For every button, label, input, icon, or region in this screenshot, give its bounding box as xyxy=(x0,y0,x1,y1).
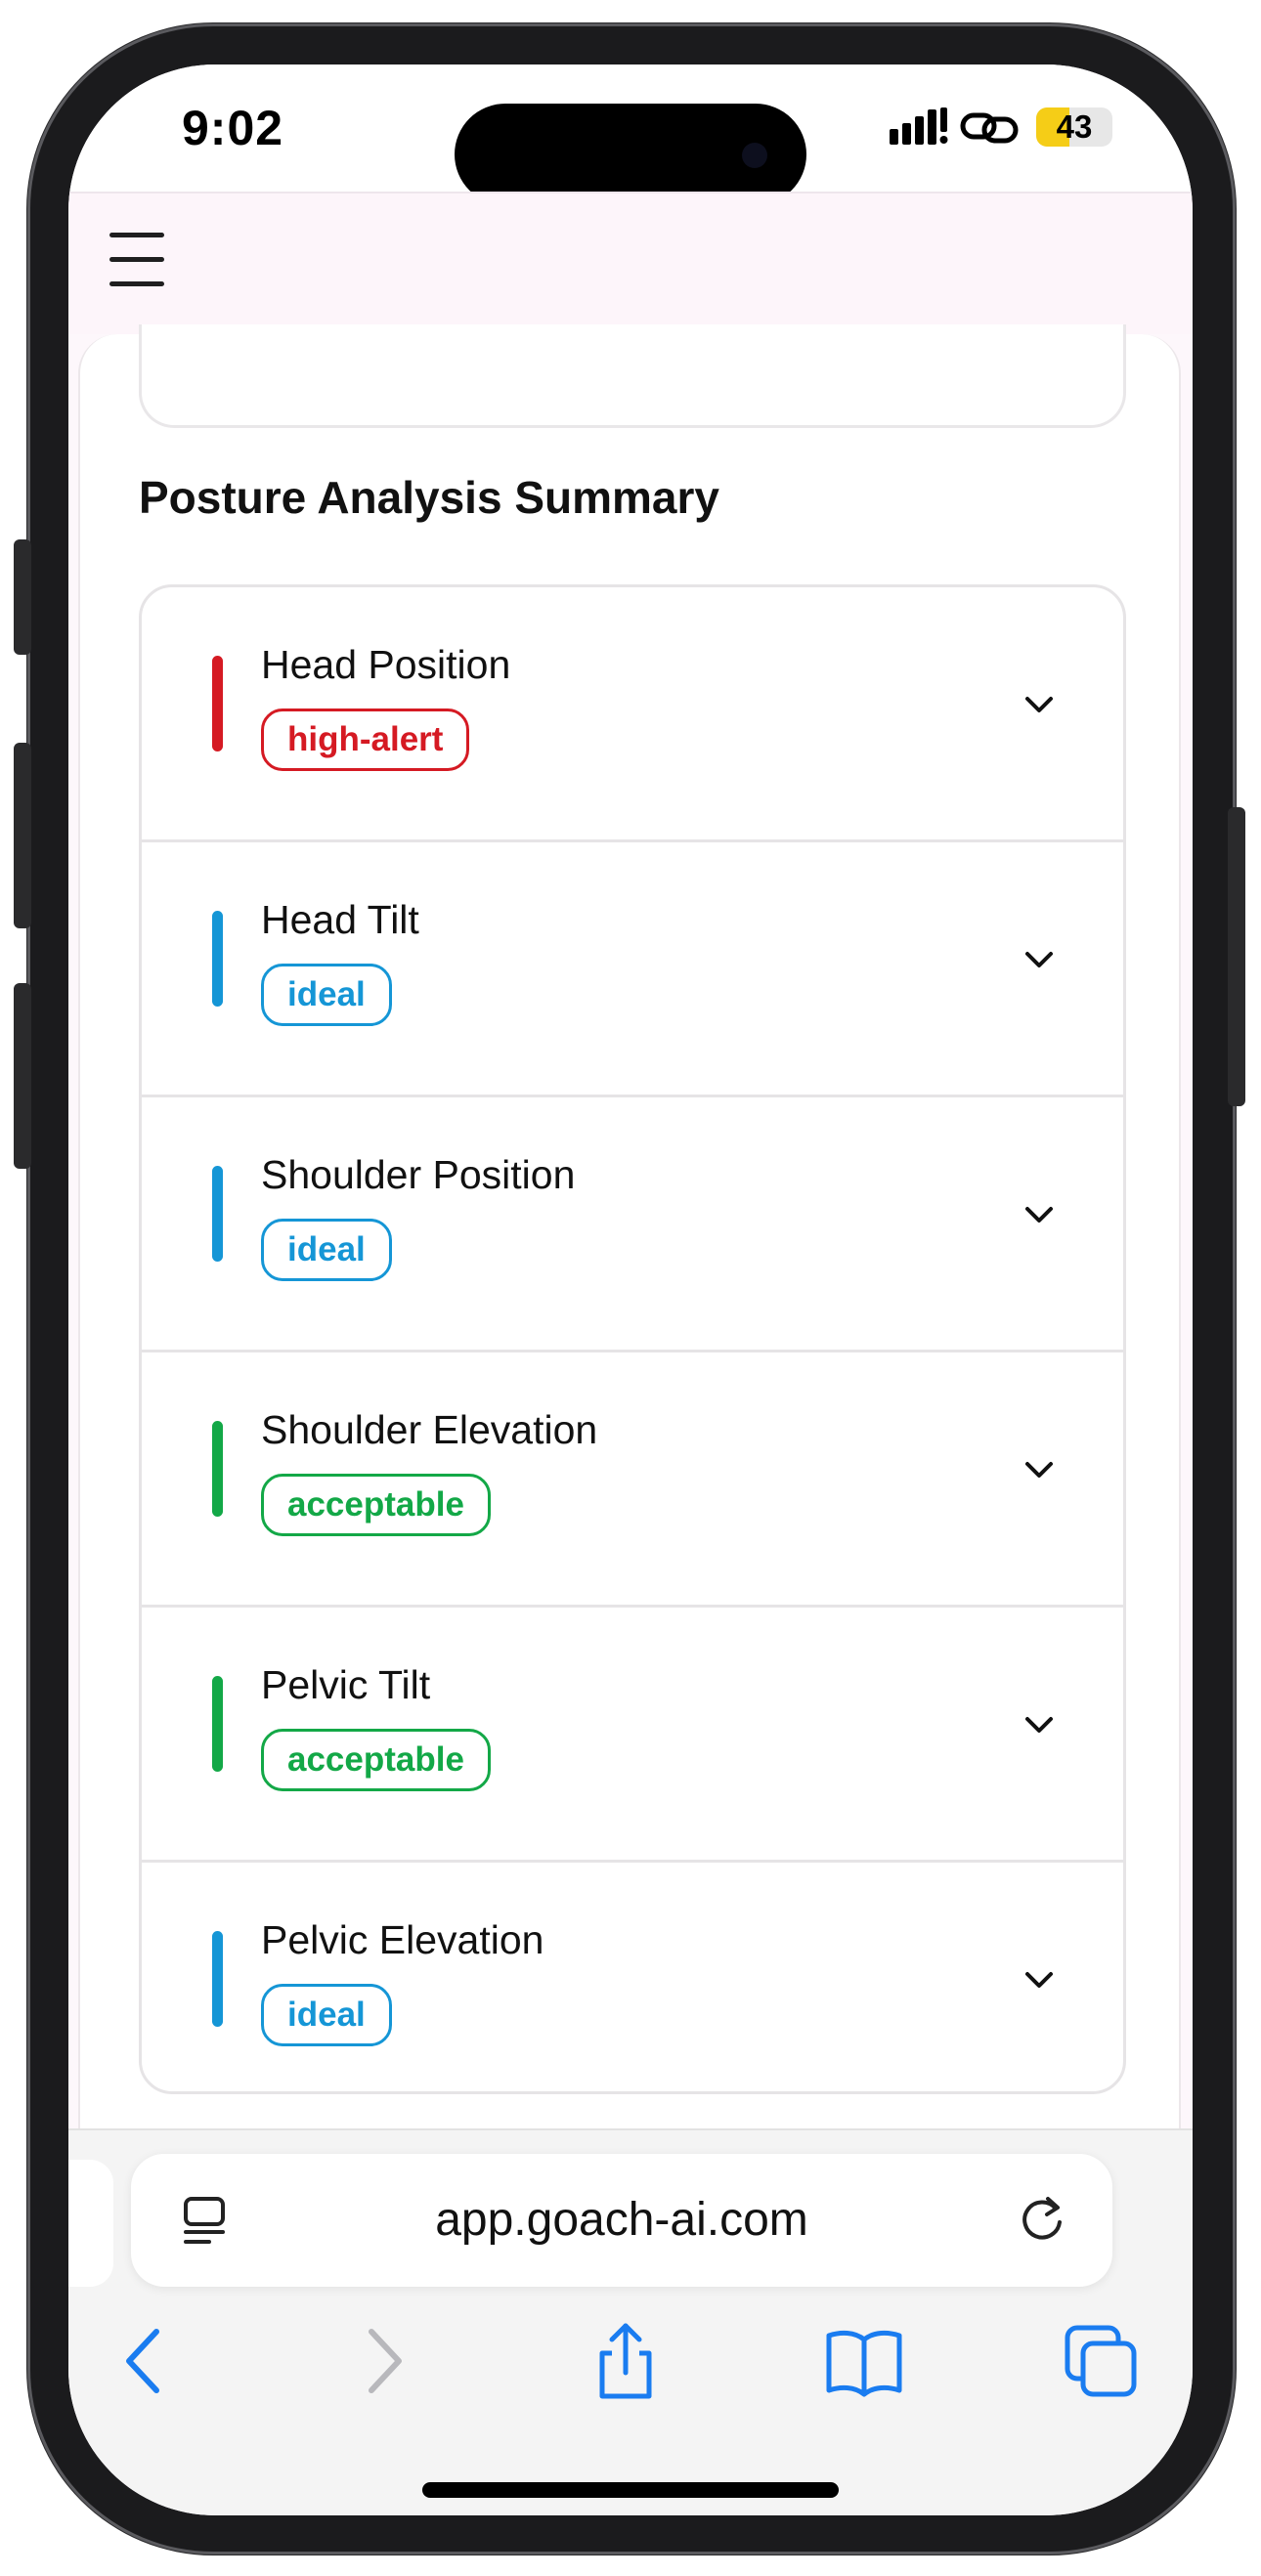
previous-tab-preview[interactable] xyxy=(68,2160,113,2287)
posture-item-label: Pelvic Tilt xyxy=(261,1662,431,1707)
app-header xyxy=(68,192,1193,334)
hamburger-menu-icon[interactable] xyxy=(109,231,164,289)
status-badge: ideal xyxy=(261,1219,392,1281)
status-indicator-bar xyxy=(212,1676,223,1772)
posture-item-shoulder-elevation[interactable]: Shoulder Elevation acceptable xyxy=(142,1352,1123,1608)
status-bar: 9:02 43 xyxy=(68,64,1193,205)
status-time: 9:02 xyxy=(182,101,284,155)
front-camera xyxy=(742,143,767,168)
share-icon[interactable] xyxy=(587,2322,665,2400)
status-indicator-bar xyxy=(212,1166,223,1262)
status-indicator-bar xyxy=(212,1931,223,2027)
dynamic-island xyxy=(455,104,806,205)
section-title: Posture Analysis Summary xyxy=(139,472,719,523)
chevron-down-icon[interactable] xyxy=(1020,1450,1059,1489)
posture-item-pelvic-tilt[interactable]: Pelvic Tilt acceptable xyxy=(142,1608,1123,1863)
posture-item-head-tilt[interactable]: Head Tilt ideal xyxy=(142,842,1123,1097)
status-indicator-bar xyxy=(212,911,223,1007)
chevron-down-icon[interactable] xyxy=(1020,1195,1059,1234)
address-bar[interactable]: app.goach-ai.com xyxy=(131,2154,1112,2287)
status-badge: acceptable xyxy=(261,1474,491,1536)
chevron-down-icon[interactable] xyxy=(1020,1705,1059,1744)
home-indicator[interactable] xyxy=(422,2482,839,2498)
status-badge: acceptable xyxy=(261,1729,491,1791)
bookmarks-icon[interactable] xyxy=(825,2322,903,2400)
battery-icon: 43 xyxy=(1036,107,1112,147)
chevron-down-icon[interactable] xyxy=(1020,940,1059,979)
content-card: Posture Analysis Summary Head Position h… xyxy=(78,324,1181,2250)
posture-item-shoulder-position[interactable]: Shoulder Position ideal xyxy=(142,1097,1123,1352)
status-badge: ideal xyxy=(261,1984,392,2046)
forward-icon[interactable] xyxy=(344,2322,422,2400)
posture-list: Head Position high-alert Head Tilt ideal… xyxy=(139,584,1126,2094)
status-indicator-bar xyxy=(212,1421,223,1517)
posture-item-label: Shoulder Position xyxy=(261,1152,576,1197)
chevron-down-icon[interactable] xyxy=(1020,685,1059,724)
posture-item-label: Shoulder Elevation xyxy=(261,1407,598,1452)
reload-icon[interactable] xyxy=(1015,2193,1069,2248)
back-icon[interactable] xyxy=(106,2322,184,2400)
status-badge: ideal xyxy=(261,964,392,1026)
posture-item-label: Pelvic Elevation xyxy=(261,1917,544,1962)
posture-item-label: Head Tilt xyxy=(261,897,419,942)
tabs-icon[interactable] xyxy=(1062,2322,1140,2400)
url-text: app.goach-ai.com xyxy=(435,2194,808,2246)
posture-item-label: Head Position xyxy=(261,642,511,687)
cellular-signal-icon xyxy=(890,107,948,145)
volume-down-button xyxy=(14,983,31,1169)
volume-up-button xyxy=(14,743,31,928)
previous-card xyxy=(139,324,1126,428)
chevron-down-icon[interactable] xyxy=(1020,1960,1059,1999)
link-icon xyxy=(960,112,1019,144)
status-badge: high-alert xyxy=(261,708,470,771)
posture-item-head-position[interactable]: Head Position high-alert xyxy=(142,587,1123,842)
phone-screen: 9:02 43 Posture Analysis Summary Head Po… xyxy=(68,64,1193,2515)
posture-item-pelvic-elevation[interactable]: Pelvic Elevation ideal xyxy=(142,1863,1123,2091)
status-indicator-bar xyxy=(212,656,223,751)
power-button xyxy=(1228,807,1245,1106)
action-button xyxy=(14,539,31,655)
battery-percentage: 43 xyxy=(1056,108,1093,145)
